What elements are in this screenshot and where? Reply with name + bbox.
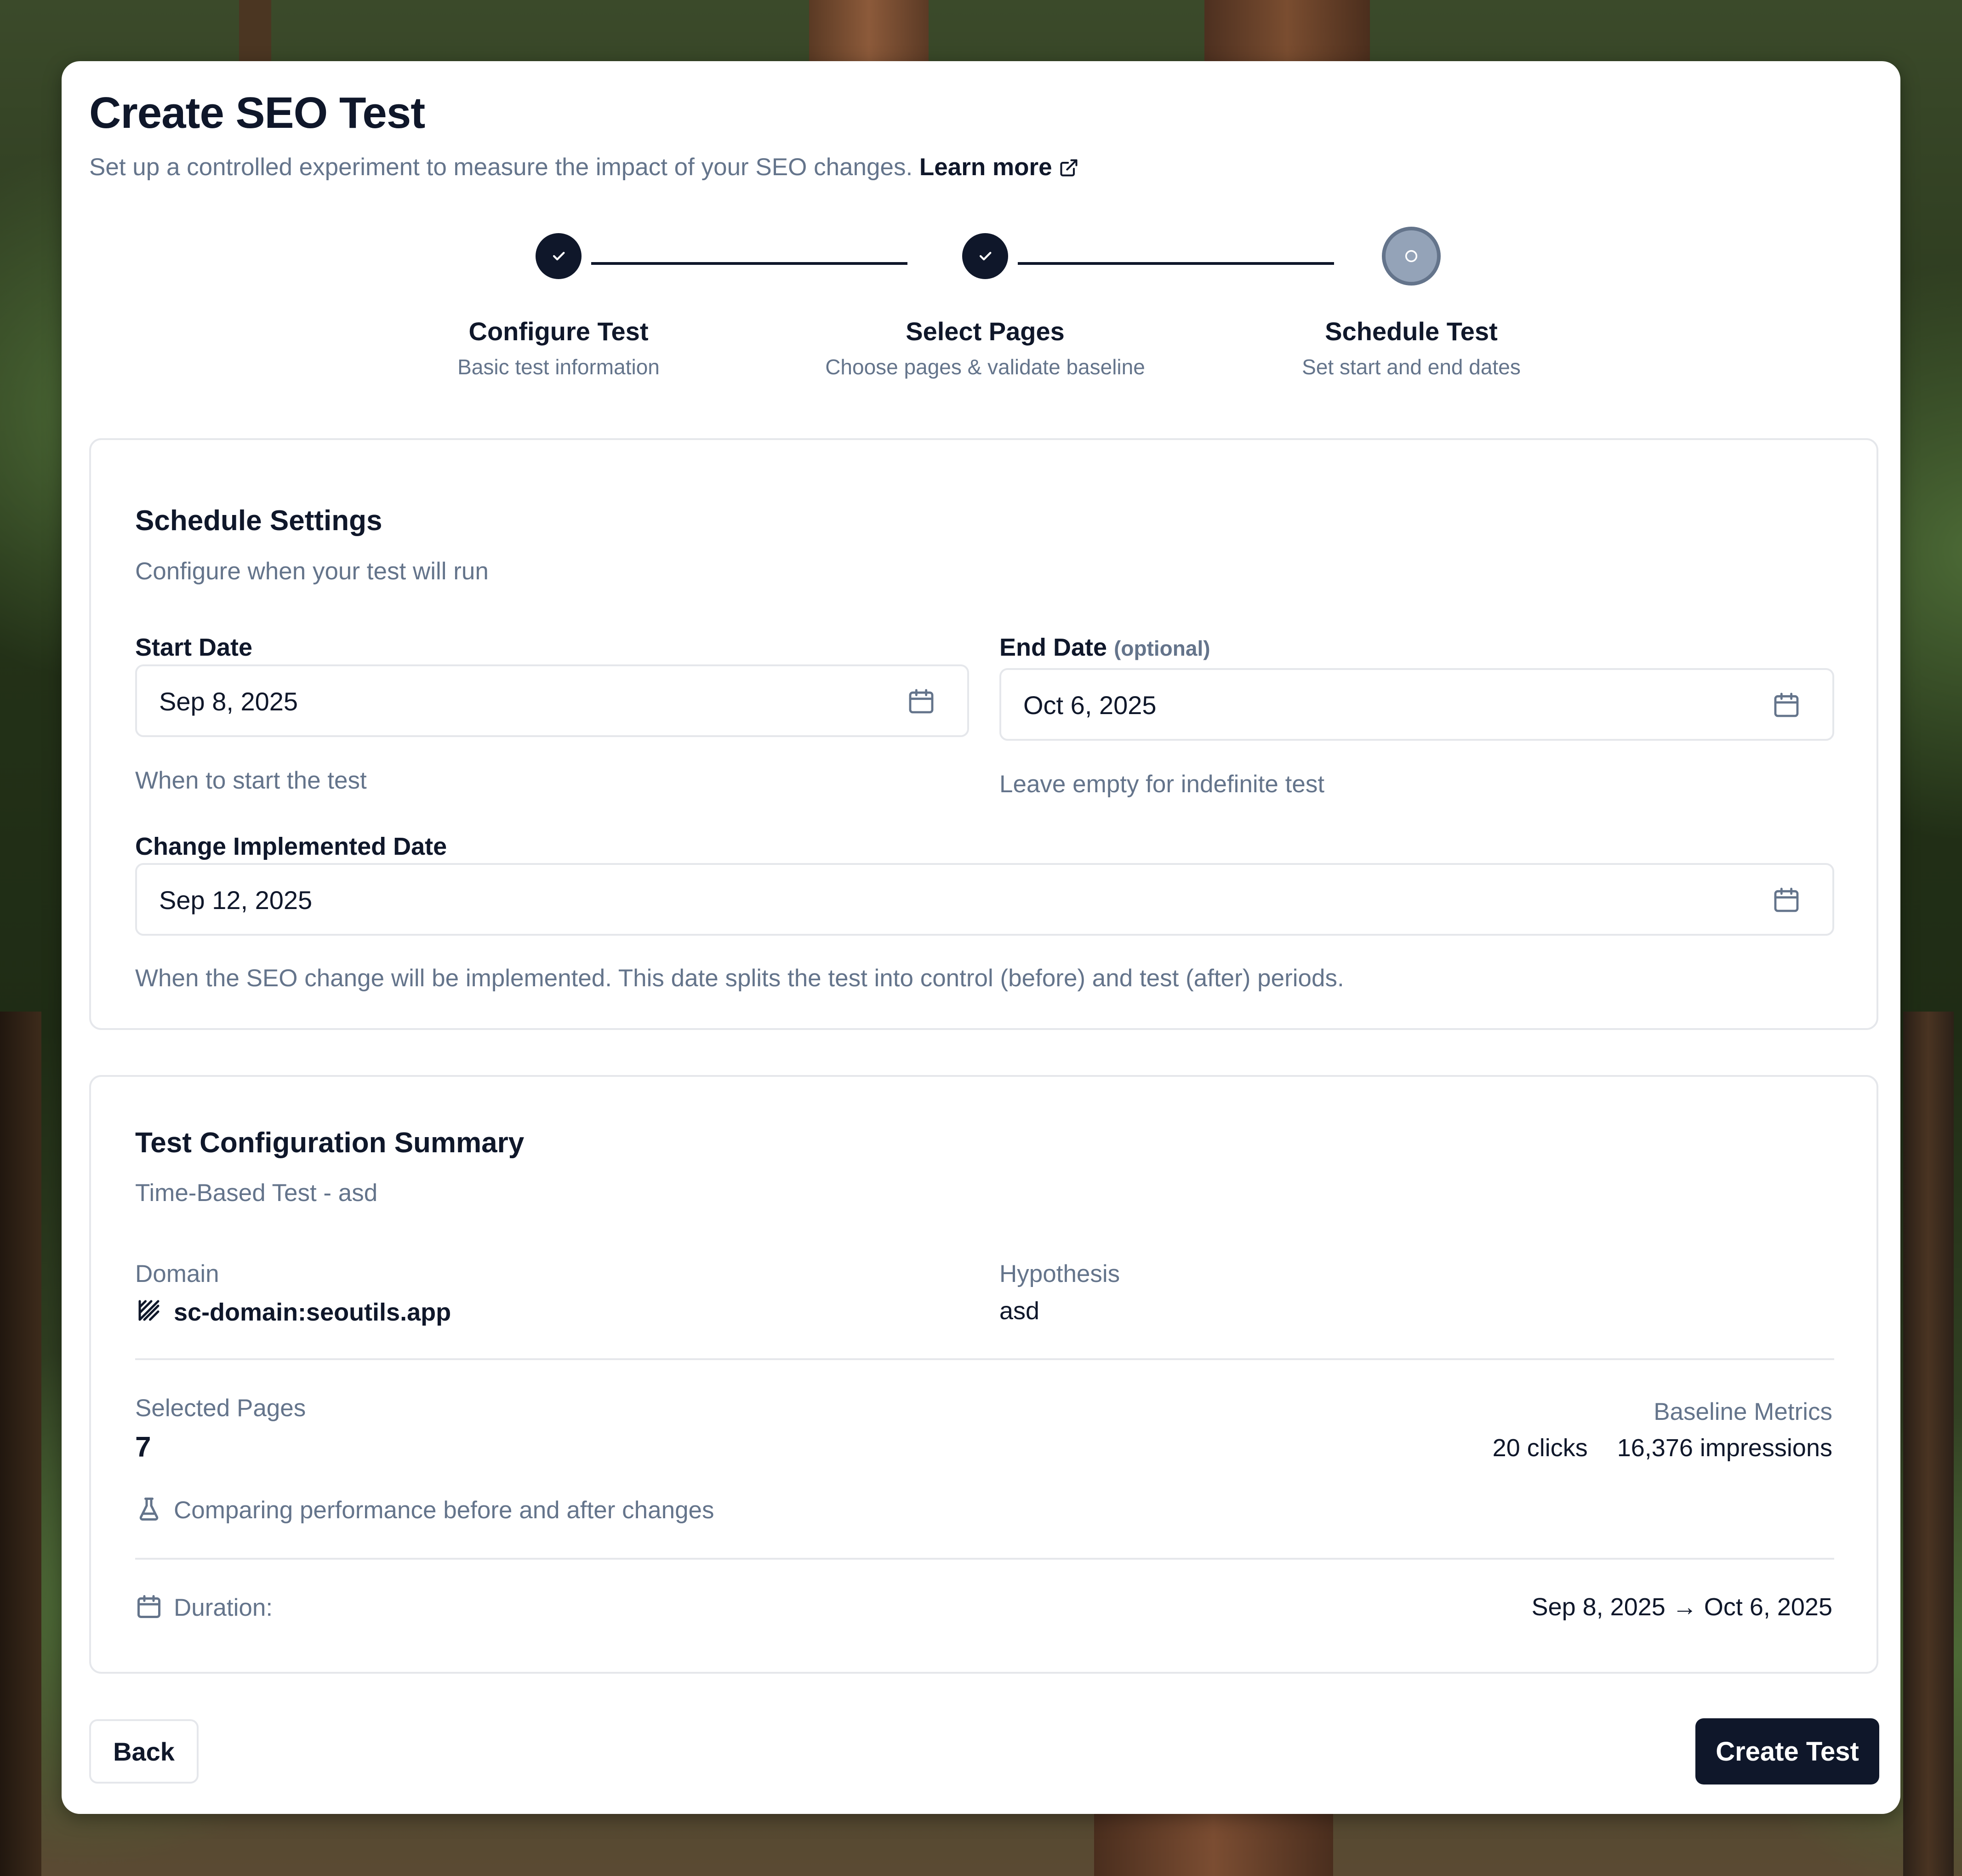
- calendar-icon: [135, 1593, 163, 1626]
- step-title: Select Pages: [906, 317, 1065, 346]
- baseline-metrics-label: Baseline Metrics: [1654, 1398, 1832, 1425]
- duration-label: Duration:: [174, 1594, 273, 1621]
- step-3-label: Schedule Test Set start and end dates: [1204, 316, 1618, 379]
- end-date-help: Leave empty for indefinite test: [999, 771, 1325, 798]
- step-2-label: Select Pages Choose pages & validate bas…: [778, 316, 1192, 379]
- step-3-current-indicator: [1382, 227, 1441, 286]
- end-date-label-text: End Date: [999, 634, 1107, 661]
- learn-more-label: Learn more: [919, 154, 1052, 181]
- flask-icon: [135, 1495, 163, 1529]
- change-implemented-date-label: Change Implemented Date: [135, 833, 447, 860]
- external-link-icon: [1059, 156, 1079, 184]
- step-connector-1: [591, 262, 907, 265]
- schedule-settings-panel: Schedule Settings Configure when your te…: [89, 438, 1878, 1030]
- end-date-value: Oct 6, 2025: [1023, 691, 1157, 720]
- domain-label: Domain: [135, 1260, 219, 1287]
- domain-row: sc-domain:seoutils.app: [135, 1297, 451, 1330]
- clicks-value: 20 clicks: [1492, 1434, 1588, 1462]
- summary-subtitle: Time-Based Test - asd: [135, 1179, 378, 1207]
- duration-value: Sep 8, 2025 → Oct 6, 2025: [1531, 1593, 1832, 1621]
- step-title: Configure Test: [468, 317, 649, 346]
- page-subtitle: Set up a controlled experiment to measur…: [89, 153, 1079, 184]
- step-1-label: Configure Test Basic test information: [352, 316, 765, 379]
- start-date-value: Sep 8, 2025: [159, 687, 298, 716]
- subtitle-text: Set up a controlled experiment to measur…: [89, 154, 913, 181]
- step-description: Basic test information: [457, 355, 660, 379]
- optional-tag: (optional): [1114, 636, 1210, 660]
- divider: [135, 1358, 1834, 1360]
- step-2-complete-indicator: [962, 233, 1008, 279]
- calendar-icon: [907, 686, 936, 718]
- step-title: Schedule Test: [1325, 317, 1498, 346]
- back-button[interactable]: Back: [89, 1719, 199, 1784]
- end-date-label: End Date (optional): [999, 633, 1210, 662]
- start-date-picker[interactable]: Sep 8, 2025: [135, 664, 969, 737]
- impressions-value: 16,376 impressions: [1617, 1434, 1832, 1462]
- change-implemented-date-help: When the SEO change will be implemented.…: [135, 965, 1344, 992]
- summary-title: Test Configuration Summary: [135, 1127, 525, 1159]
- step-description: Set start and end dates: [1302, 355, 1521, 379]
- comparing-row: Comparing performance before and after c…: [135, 1495, 714, 1529]
- selected-pages-label: Selected Pages: [135, 1395, 306, 1422]
- duration-label-row: Duration:: [135, 1593, 273, 1626]
- schedule-settings-title: Schedule Settings: [135, 505, 382, 537]
- learn-more-link[interactable]: Learn more: [919, 154, 1079, 181]
- calendar-icon: [1772, 885, 1801, 917]
- step-connector-2: [1018, 262, 1334, 265]
- step-1-complete-indicator: [536, 233, 582, 279]
- page-title: Create SEO Test: [89, 88, 425, 137]
- create-seo-test-dialog: Create SEO Test Set up a controlled expe…: [62, 61, 1900, 1814]
- hypothesis-label: Hypothesis: [999, 1260, 1120, 1287]
- change-implemented-date-picker[interactable]: Sep 12, 2025: [135, 863, 1834, 936]
- divider: [135, 1558, 1834, 1560]
- check-icon: [553, 252, 565, 261]
- check-icon: [979, 252, 992, 261]
- selected-pages-value: 7: [135, 1431, 151, 1463]
- calendar-icon: [1772, 690, 1801, 722]
- start-date-help: When to start the test: [135, 767, 367, 794]
- circle-icon: [1405, 250, 1418, 263]
- change-implemented-date-value: Sep 12, 2025: [159, 886, 313, 915]
- schedule-settings-description: Configure when your test will run: [135, 558, 489, 585]
- start-date-label: Start Date: [135, 634, 253, 661]
- end-date-picker[interactable]: Oct 6, 2025: [999, 668, 1834, 741]
- domain-value: sc-domain:seoutils.app: [174, 1298, 451, 1326]
- hypothesis-value: asd: [999, 1297, 1040, 1325]
- test-configuration-summary-panel: Test Configuration Summary Time-Based Te…: [89, 1075, 1878, 1674]
- step-description: Choose pages & validate baseline: [825, 355, 1145, 379]
- search-console-icon: [135, 1297, 163, 1330]
- create-test-button[interactable]: Create Test: [1695, 1718, 1879, 1784]
- comparing-text: Comparing performance before and after c…: [174, 1497, 714, 1524]
- baseline-metrics-values: 20 clicks 16,376 impressions: [1493, 1434, 1832, 1462]
